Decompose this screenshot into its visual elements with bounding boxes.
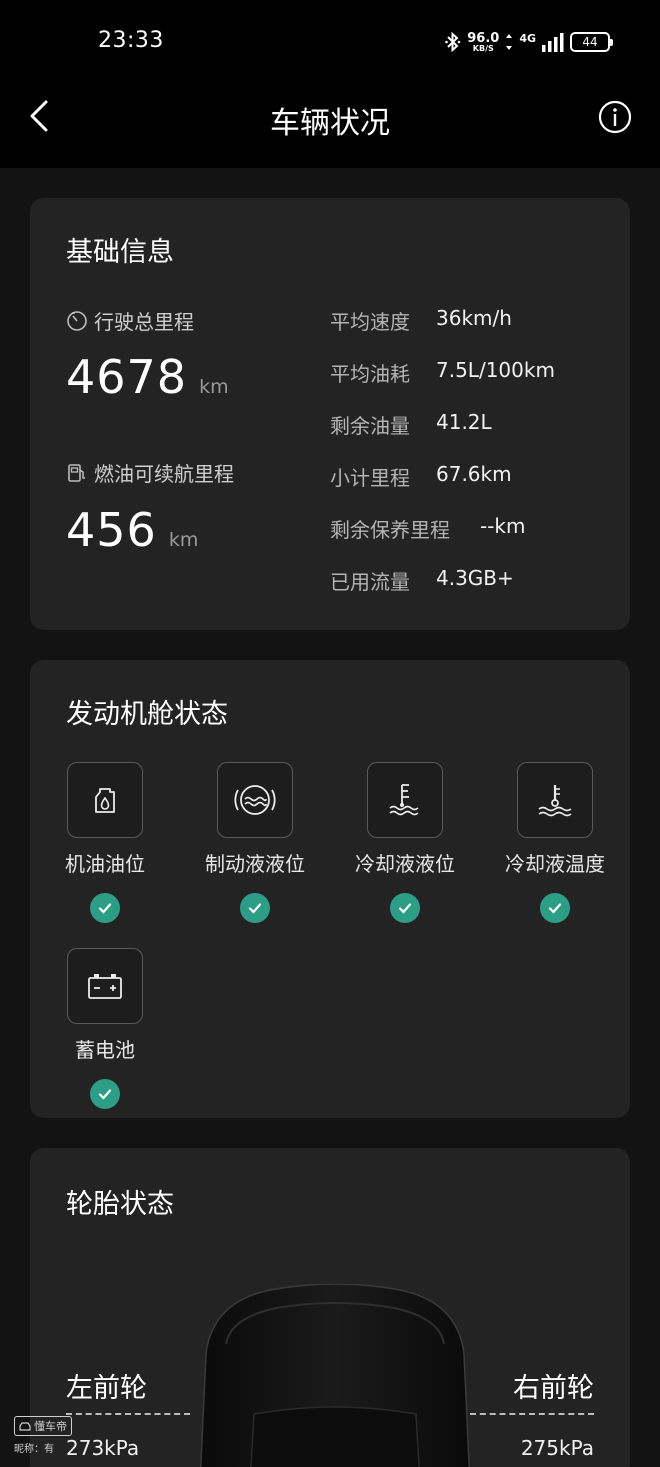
front-right-dash: [470, 1413, 594, 1415]
net-speed-unit: KB/S: [472, 43, 494, 53]
stat-row-avg-fuel: 平均油耗 7.5L/100km: [330, 358, 555, 410]
watermark-brand: 懂车帝: [34, 1420, 67, 1433]
check-icon: [390, 893, 420, 923]
front-left-pressure: 273kPa: [66, 1436, 140, 1460]
signal-icon: [542, 33, 564, 52]
check-icon: [90, 1079, 120, 1109]
car-top-view-image: [200, 1284, 470, 1467]
range-label-text: 燃油可续航里程: [94, 462, 234, 486]
network-type: 4G: [519, 31, 536, 45]
front-left-dash: [66, 1413, 190, 1415]
battery-indicator: 44: [570, 32, 613, 52]
engine-item-label: 机油油位: [65, 852, 145, 876]
check-icon: [90, 893, 120, 923]
stat-value: 36km/h: [436, 306, 512, 330]
net-speed: 96.0 KB/S: [467, 32, 499, 53]
page-title: 车辆状况: [270, 106, 390, 141]
front-right-tire-label: 右前轮: [513, 1373, 594, 1404]
gauge-icon: [67, 310, 87, 331]
net-speed-value: 96.0: [467, 30, 500, 46]
engine-item-label: 冷却液液位: [355, 852, 455, 876]
stat-label: 小计里程: [330, 466, 410, 490]
range-label: 燃油可续航里程: [66, 458, 234, 487]
stat-row-data-usage: 已用流量 4.3GB+: [330, 566, 555, 618]
range-unit: km: [168, 529, 199, 551]
total-mileage-unit: km: [199, 376, 229, 398]
range-value: 456 km: [66, 503, 198, 557]
watermark-nickname: 昵称：有: [14, 1444, 54, 1455]
front-left-tire-label: 左前轮: [66, 1373, 147, 1404]
engine-item-coolant-level[interactable]: 冷却液液位: [330, 762, 480, 923]
total-mileage-label: 行驶总里程: [66, 306, 194, 335]
engine-status-title: 发动机舱状态: [66, 699, 228, 730]
engine-item-battery[interactable]: 蓄电池: [30, 948, 180, 1109]
engine-item-label: 冷却液温度: [505, 852, 605, 876]
engine-item-label: 蓄电池: [75, 1038, 135, 1062]
check-icon: [240, 893, 270, 923]
stat-value: 4.3GB+: [436, 566, 514, 590]
info-button[interactable]: [598, 100, 632, 134]
status-time: 23:33: [98, 28, 164, 53]
fuel-pump-icon: [68, 463, 85, 482]
engine-item-label: 制动液液位: [205, 852, 305, 876]
engine-item-coolant-temp[interactable]: 冷却液温度: [480, 762, 630, 923]
engine-status-card: 发动机舱状态 机油油位 制动液液位 冷却液液位 冷却液温度 蓄电池: [30, 660, 630, 1118]
stat-label: 剩余油量: [330, 414, 410, 438]
stat-label: 已用流量: [330, 570, 410, 594]
stat-value: 41.2L: [436, 410, 492, 434]
total-mileage-number: 4678: [66, 350, 188, 404]
range-number: 456: [66, 503, 157, 557]
check-icon: [540, 893, 570, 923]
oil-can-icon: [67, 762, 143, 838]
stat-value: 67.6km: [436, 462, 512, 486]
stat-label: 平均油耗: [330, 362, 410, 386]
stats-list: 平均速度 36km/h 平均油耗 7.5L/100km 剩余油量 41.2L 小…: [330, 306, 555, 618]
status-bar: 23:33 96.0 KB/S 4G 44: [0, 0, 660, 84]
status-icons: 96.0 KB/S 4G 44: [445, 28, 613, 56]
coolant-level-icon: [367, 762, 443, 838]
total-mileage-label-text: 行驶总里程: [94, 310, 194, 334]
stat-label: 剩余保养里程: [330, 518, 450, 542]
engine-item-brake-fluid[interactable]: 制动液液位: [180, 762, 330, 923]
stat-label: 平均速度: [330, 310, 410, 334]
stat-value: 7.5L/100km: [436, 358, 555, 382]
watermark: 懂车帝 昵称：有: [14, 1416, 72, 1455]
stat-row-fuel-left: 剩余油量 41.2L: [330, 410, 555, 462]
engine-item-oil[interactable]: 机油油位: [30, 762, 180, 923]
stat-row-avg-speed: 平均速度 36km/h: [330, 306, 555, 358]
coolant-temp-icon: [517, 762, 593, 838]
watermark-logo: 懂车帝: [14, 1416, 72, 1436]
tire-status-card: 轮胎状态 左前轮 右前轮 273kPa 275kPa: [30, 1148, 630, 1467]
stat-value: --km: [480, 514, 526, 538]
nav-bar: 车辆状况: [0, 84, 660, 168]
stat-row-service: 剩余保养里程 --km: [330, 514, 555, 566]
brake-fluid-icon: [217, 762, 293, 838]
battery-icon: [67, 948, 143, 1024]
total-mileage-value: 4678 km: [66, 350, 229, 404]
transfer-arrows-icon: [506, 34, 513, 50]
tire-status-title: 轮胎状态: [66, 1189, 174, 1220]
basic-info-card: 基础信息 行驶总里程 4678 km 燃油可续航里程 456 km 平均速度 3…: [30, 198, 630, 630]
front-right-pressure: 275kPa: [520, 1436, 594, 1460]
stat-row-trip: 小计里程 67.6km: [330, 462, 555, 514]
bluetooth-icon: [445, 31, 461, 53]
battery-level: 44: [582, 35, 598, 49]
basic-info-title: 基础信息: [66, 237, 174, 268]
car-logo-icon: [19, 1421, 31, 1431]
